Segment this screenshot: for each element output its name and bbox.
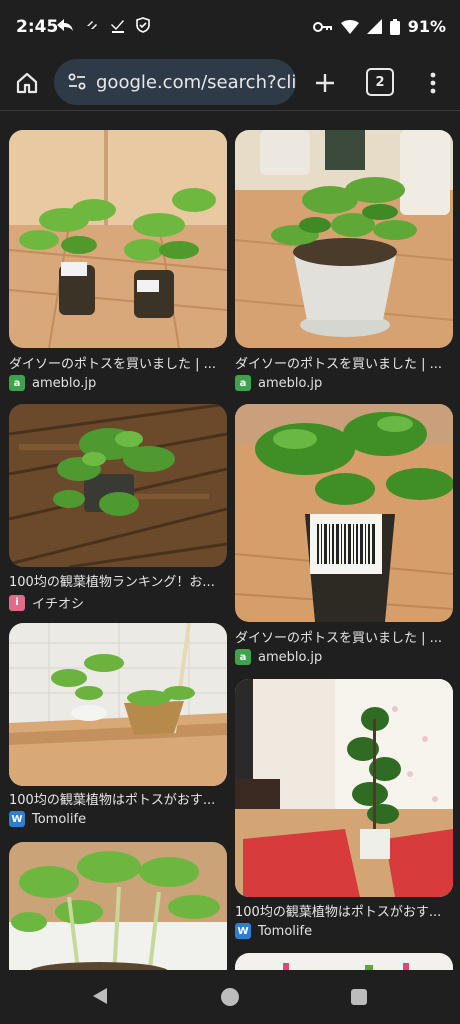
more-vert-icon (430, 72, 436, 94)
back-icon[interactable] (93, 988, 107, 1004)
status-time: 2:45 (16, 17, 59, 37)
image-result[interactable]: ダイソーのポトスを買いました | ... a ameblo.jp (9, 130, 227, 395)
status-icons-right: 91% (312, 17, 446, 36)
result-caption[interactable]: 100均の観葉植物ランキング！お... (9, 571, 227, 590)
download-done-icon (111, 20, 124, 33)
ichioshi-favicon-icon: i (9, 594, 25, 611)
status-icons-left (56, 17, 150, 33)
plus-icon (316, 74, 334, 92)
image-result[interactable]: 100均の観葉植物はポトスがおす... W Tomolife (235, 679, 453, 945)
address-bar[interactable]: google.com/search?clier (54, 59, 296, 105)
result-thumbnail[interactable] (235, 404, 453, 622)
image-result[interactable]: ダイソーのポトスを買いました | ... a ameblo.jp (235, 404, 453, 669)
source-name: ameblo.jp (32, 375, 97, 391)
home-circle-icon[interactable] (221, 988, 239, 1006)
site-settings-icon[interactable] (66, 71, 88, 93)
ameblo-favicon-icon: a (235, 649, 251, 665)
result-source[interactable]: i イチオシ (9, 593, 84, 612)
recents-icon[interactable] (351, 989, 367, 1005)
result-source[interactable]: a ameblo.jp (9, 375, 96, 391)
cell-signal-icon (366, 19, 382, 34)
image-result[interactable] (9, 842, 227, 970)
image-result[interactable]: 100均の観葉植物ランキング！お... i イチオシ (9, 404, 227, 614)
tab-count: 2 (375, 74, 385, 90)
image-result[interactable]: 100均の観葉植物はポトスがおす... W Tomolife (9, 623, 227, 835)
home-icon (16, 72, 38, 94)
result-thumbnail[interactable] (235, 679, 453, 897)
url-text: google.com/search?clier (96, 71, 296, 93)
tomolife-favicon-icon: W (235, 923, 251, 939)
result-caption[interactable]: 100均の観葉植物はポトスがおす... (235, 901, 453, 920)
ameblo-favicon-icon: a (235, 375, 251, 391)
result-thumbnail[interactable] (9, 842, 227, 970)
image-results-grid: ダイソーのポトスを買いました | ... a ameblo.jp ダイソーのポト… (0, 111, 460, 970)
battery-percentage: 91% (407, 17, 446, 36)
vpn-key-icon (312, 21, 332, 32)
shield-icon (136, 17, 150, 33)
wifi-icon (340, 19, 359, 34)
result-caption[interactable]: 100均の観葉植物はポトスがおす... (9, 789, 227, 808)
ameblo-favicon-icon: a (9, 375, 25, 391)
result-thumbnail[interactable] (9, 130, 227, 348)
status-bar: 2:45 91% (0, 0, 460, 56)
overflow-menu-button[interactable] (418, 66, 448, 100)
tab-switcher-button[interactable]: 2 (366, 68, 394, 96)
result-caption[interactable]: ダイソーのポトスを買いました | ... (235, 627, 453, 646)
result-caption[interactable]: ダイソーのポトスを買いました | ... (235, 353, 453, 372)
result-thumbnail[interactable] (235, 130, 453, 348)
result-source[interactable]: a ameblo.jp (235, 649, 322, 665)
source-name: Tomolife (258, 923, 313, 939)
result-thumbnail[interactable] (9, 404, 227, 567)
image-result[interactable] (235, 953, 453, 970)
home-button[interactable] (10, 66, 44, 100)
result-source[interactable]: a ameblo.jp (235, 375, 322, 391)
result-caption[interactable]: ダイソーのポトスを買いました | ... (9, 353, 227, 372)
image-result[interactable]: ダイソーのポトスを買いました | ... a ameblo.jp (235, 130, 453, 395)
browser-toolbar: google.com/search?clier 2 (0, 56, 460, 111)
tomolife-favicon-icon: W (9, 811, 25, 827)
source-name: ameblo.jp (258, 375, 323, 391)
signal-app-icon (87, 21, 97, 29)
result-source[interactable]: W Tomolife (9, 811, 86, 827)
share-arrow-icon (57, 19, 73, 31)
result-thumbnail[interactable] (235, 953, 453, 970)
source-name: ameblo.jp (258, 649, 323, 665)
battery-icon (389, 18, 400, 35)
source-name: Tomolife (32, 811, 87, 827)
system-navigation-bar (0, 970, 460, 1024)
result-source[interactable]: W Tomolife (235, 923, 312, 939)
result-thumbnail[interactable] (9, 623, 227, 786)
new-tab-button[interactable] (308, 66, 342, 100)
source-name: イチオシ (32, 597, 85, 612)
